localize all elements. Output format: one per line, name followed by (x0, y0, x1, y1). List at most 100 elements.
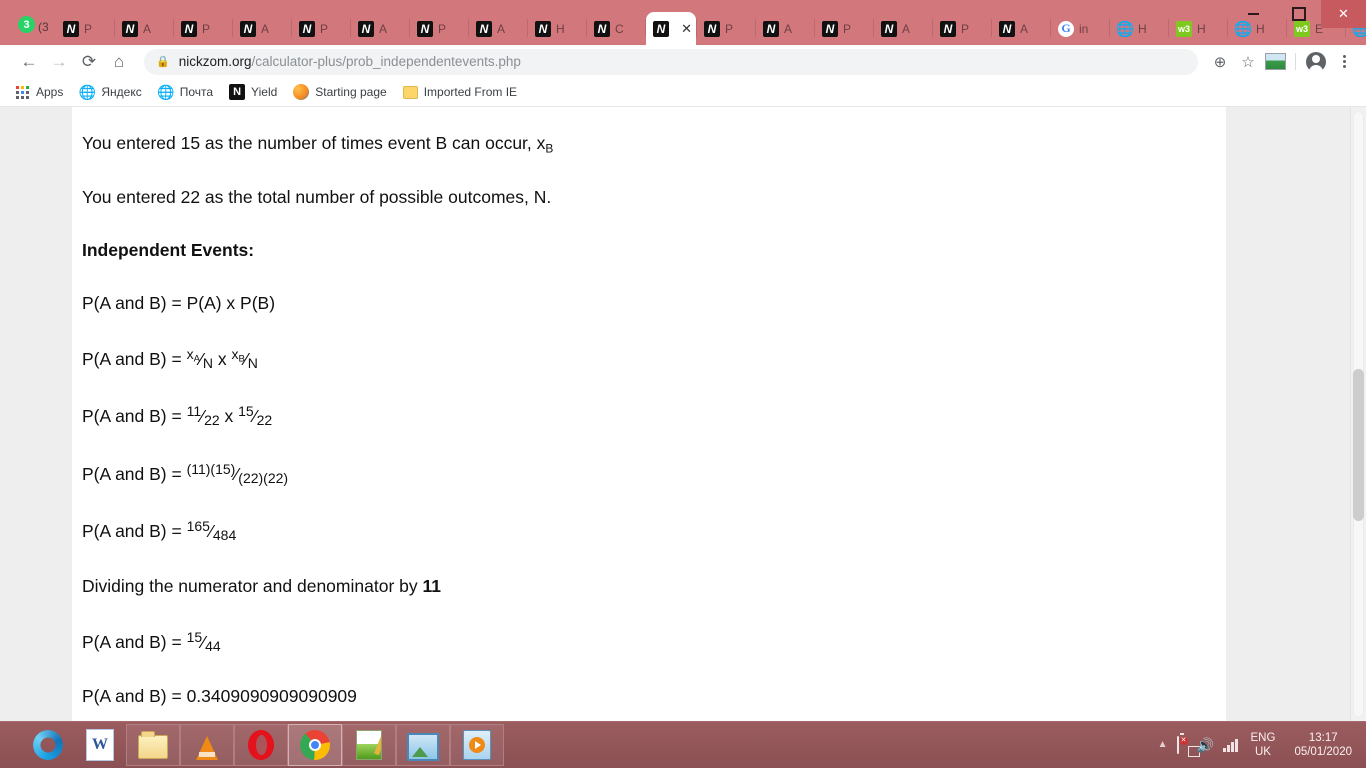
nickzom-icon: N (229, 84, 246, 100)
clock[interactable]: 13:17 05/01/2020 (1294, 731, 1352, 760)
browser-tab[interactable]: Gin (1051, 12, 1109, 45)
subscript: B (545, 141, 554, 156)
maximize-button[interactable] (1276, 0, 1321, 28)
browser-tab[interactable]: NA (351, 12, 409, 45)
browser-tab[interactable]: 🌐 H (1110, 12, 1168, 45)
fraction-denominator: N (202, 354, 213, 371)
bookmark-item[interactable]: 🌐 Яндекс (79, 84, 142, 100)
browser-tab[interactable]: NP (292, 12, 350, 45)
browser-tab[interactable]: NP (697, 12, 755, 45)
volume-icon[interactable]: 🔊 (1197, 738, 1214, 752)
tab-title: P (84, 21, 93, 36)
line-prefix: P(A and B) = (82, 521, 187, 542)
extension-icon[interactable] (1265, 53, 1286, 70)
browser-tab[interactable]: NA (469, 12, 527, 45)
notification-count-label: (3 (38, 20, 49, 34)
fraction-numerator: 15 (186, 628, 203, 645)
reload-icon[interactable]: ⟳ (74, 48, 104, 76)
fraction-denominator: 22 (204, 412, 220, 429)
bookmark-star-icon[interactable]: ☆ (1234, 48, 1262, 76)
bookmark-item[interactable]: Imported From IE (402, 85, 517, 99)
browser-tab[interactable]: NA (115, 12, 173, 45)
language-line-2: UK (1254, 746, 1271, 758)
line-text: You entered 22 as the total number of po… (82, 187, 552, 208)
line-prefix: P(A and B) = (82, 406, 187, 427)
browser-tab[interactable]: NP (56, 12, 114, 45)
w3-favicon: w3 (1176, 20, 1192, 37)
fraction-denominator: 22 (256, 412, 273, 429)
vertical-scrollbar[interactable] (1350, 107, 1366, 722)
browser-tab[interactable]: NP (815, 12, 873, 45)
nickzom-favicon: N (476, 20, 492, 37)
fraction-denominator: 484 (212, 527, 237, 544)
home-icon[interactable]: ⌂ (104, 48, 134, 76)
clock-date: 05/01/2020 (1294, 746, 1352, 758)
line-heading: Independent Events: (82, 240, 1226, 262)
tab-title: P (961, 21, 970, 36)
nickzom-favicon: N (822, 20, 838, 37)
fraction: 165⁄484 (187, 518, 237, 544)
browser-tab[interactable]: NP (174, 12, 232, 45)
browser-tab[interactable]: NA (992, 12, 1050, 45)
browser-toolbar: ← → ⟳ ⌂ 🔒 nickzom.org/calculator-plus/pr… (0, 45, 1366, 78)
browser-tab[interactable]: NC (587, 12, 645, 45)
forward-icon[interactable]: → (44, 48, 74, 76)
scrollbar-thumb[interactable] (1353, 369, 1364, 521)
fraction: xB⁄N (231, 346, 257, 372)
taskbar-opera-browser[interactable] (234, 724, 288, 766)
nickzom-favicon: N (181, 20, 197, 37)
signal-bars-icon[interactable] (1223, 738, 1238, 752)
profile-avatar-icon[interactable] (1302, 48, 1330, 76)
nickzom-favicon: N (881, 20, 897, 37)
browser-tab[interactable]: NP (933, 12, 991, 45)
taskbar-google-chrome[interactable] (288, 724, 342, 766)
tab-title: A (143, 21, 152, 36)
tab-close-icon[interactable]: ✕ (681, 22, 692, 35)
fraction-numerator: xB (231, 345, 245, 365)
fraction-denominator: (22)(22) (238, 469, 289, 486)
line-formula-1: P(A and B) = P(A) x P(B) (82, 293, 1226, 315)
browser-tab[interactable]: NH (528, 12, 586, 45)
bookmark-item[interactable]: N Yield (229, 84, 277, 100)
tab-title: P (320, 21, 329, 36)
language-indicator[interactable]: ENG UK (1251, 731, 1276, 760)
taskbar-microsoft-word[interactable]: W (74, 725, 126, 765)
line-dividing: Dividing the numerator and denominator b… (82, 576, 1226, 598)
nickzom-favicon: N (763, 20, 779, 37)
chrome-browser-window: 3 (3 N P N A N P N A N P N A N P N A N H N C N ✕ N P N A N P N A N P N A G… (0, 0, 1366, 722)
taskbar-photo-viewer[interactable] (396, 724, 450, 766)
notification-badge: 3 (18, 16, 35, 33)
tab-title: H (1197, 21, 1206, 36)
show-hidden-icons-icon[interactable]: ▲ (1158, 740, 1168, 750)
chrome-menu-icon[interactable] (1330, 48, 1358, 76)
browser-tab[interactable]: NA (233, 12, 291, 45)
taskbar-media-player[interactable] (450, 724, 504, 766)
tab-title: A (1020, 21, 1029, 36)
tab-title: P (725, 21, 734, 36)
fraction: 15⁄22 (238, 403, 272, 429)
bookmark-item[interactable]: Starting page (293, 84, 387, 100)
nickzom-favicon: N (240, 20, 256, 37)
tab-title: A (379, 21, 388, 36)
browser-tab[interactable]: w3 H (1169, 12, 1227, 45)
address-bar[interactable]: 🔒 nickzom.org/calculator-plus/prob_indep… (144, 48, 1198, 75)
toolbar-divider (1295, 53, 1296, 70)
close-button[interactable]: ✕ (1321, 0, 1366, 28)
taskbar-internet-explorer[interactable] (22, 725, 74, 765)
line-formula-6: P(A and B) = 15⁄44 (82, 629, 1226, 655)
calculation-content: You entered 15 as the number of times ev… (72, 107, 1226, 708)
browser-tab-active[interactable]: N ✕ (646, 12, 696, 45)
minimize-button[interactable] (1231, 0, 1276, 28)
taskbar-vlc-media-player[interactable] (180, 724, 234, 766)
bookmark-item[interactable]: 🌐 Почта (157, 84, 213, 100)
browser-tab[interactable]: NA (756, 12, 814, 45)
battery-icon[interactable] (1176, 736, 1179, 754)
browser-tab[interactable]: NP (410, 12, 468, 45)
google-favicon: G (1058, 20, 1074, 37)
taskbar-file-explorer[interactable] (126, 724, 180, 766)
taskbar-notepad-plus-plus[interactable] (342, 724, 396, 766)
zoom-icon[interactable]: ⊕ (1206, 48, 1234, 76)
back-icon[interactable]: ← (14, 48, 44, 76)
browser-tab[interactable]: NA (874, 12, 932, 45)
bookmark-item[interactable]: Apps (14, 84, 63, 100)
